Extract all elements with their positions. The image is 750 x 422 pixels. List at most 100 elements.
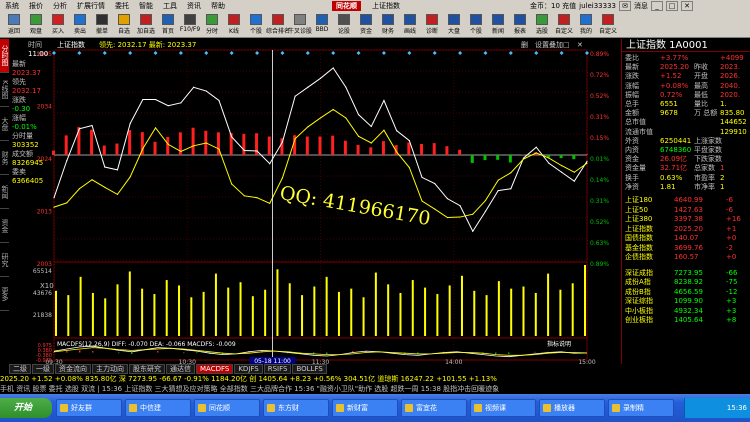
index-name[interactable]: 深证综指	[625, 297, 653, 306]
index-name[interactable]: 企债指数	[625, 253, 653, 262]
taskbar-item[interactable]: 视频课	[470, 399, 536, 417]
menu-item[interactable]: 系统	[0, 1, 24, 11]
left-tab[interactable]: 更多	[0, 277, 9, 311]
left-tab[interactable]: 资金	[0, 209, 9, 243]
toolbar-button[interactable]: 首页	[158, 14, 178, 36]
index-name[interactable]: 上证180	[625, 196, 652, 205]
toolbar-button[interactable]: 牛叉诊股	[288, 14, 312, 36]
toolbar-button[interactable]: 财务	[378, 14, 398, 36]
start-button[interactable]: 开始	[0, 398, 52, 418]
toolbar-button[interactable]: 个股	[246, 14, 266, 36]
toolbar-button[interactable]: 画线	[400, 14, 420, 36]
index-name[interactable]: 创业板指	[625, 316, 653, 325]
toolbar-button[interactable]: 诊断	[422, 14, 442, 36]
index-name[interactable]: 成份A指	[625, 278, 651, 287]
toolbar-button[interactable]: 撤单	[92, 14, 112, 36]
toolbar-button[interactable]: 分时	[202, 14, 222, 36]
toolbar-button[interactable]: 新闻	[488, 14, 508, 36]
toolbar-button[interactable]: F10/F9	[180, 14, 200, 36]
indicator-tab[interactable]: RSIFS	[263, 364, 292, 374]
volume-bar	[510, 288, 513, 336]
left-tab[interactable]: K线图	[0, 73, 9, 107]
indicator-tab[interactable]: BOLLFS	[292, 364, 327, 374]
taskbar-item[interactable]: 新财富	[332, 399, 398, 417]
menu-item[interactable]: 智能	[134, 1, 158, 11]
taskbar-item[interactable]: 好友群	[56, 399, 122, 417]
indicator-tab[interactable]: MACDFS	[196, 364, 234, 374]
menu-item[interactable]: 分析	[48, 1, 72, 11]
toolbar-button[interactable]: 资金	[356, 14, 376, 36]
message-button[interactable]: 消息	[634, 1, 648, 11]
mail-icon[interactable]: ✉	[619, 1, 631, 11]
toolbar-button[interactable]: 加自选	[136, 14, 156, 36]
indicator-tab[interactable]: 二级	[9, 364, 31, 374]
indicator-tab[interactable]: 主力动向	[92, 364, 128, 374]
taskbar-item[interactable]: 同花顺	[194, 399, 260, 417]
index-name[interactable]: 国债指数	[625, 234, 653, 243]
index-name[interactable]: 深证成指	[625, 269, 653, 278]
toolbar-button[interactable]: 买入	[48, 14, 68, 36]
toolbar-button[interactable]: K线	[224, 14, 244, 36]
menu-item[interactable]: 扩展行情	[72, 1, 110, 11]
indicator-tab[interactable]: KDJFS	[234, 364, 263, 374]
volume-tick-label: 43676	[33, 290, 52, 297]
chart-header-button[interactable]: 设置	[535, 40, 549, 49]
left-tab[interactable]: 研究	[0, 243, 9, 277]
volume-bar	[239, 282, 242, 336]
indicator-tab[interactable]: 股东研究	[129, 364, 165, 374]
toolbar-button[interactable]: 返回	[4, 14, 24, 36]
index-name[interactable]: 上证50	[625, 206, 648, 215]
toolbar-button[interactable]: 大盘	[444, 14, 464, 36]
menu-item[interactable]: 帮助	[206, 1, 230, 11]
index-name[interactable]: 上证指数	[625, 225, 653, 234]
index-name[interactable]: 上证380	[625, 215, 652, 224]
toolbar-button[interactable]: 卖出	[70, 14, 90, 36]
index-name[interactable]: 中小板指	[625, 307, 653, 316]
toolbar-button[interactable]: 报表	[510, 14, 530, 36]
toolbar-button[interactable]: BBD	[312, 14, 332, 36]
menu-item[interactable]: 工具	[158, 1, 182, 11]
y-tick-label-right: 0.31%	[590, 198, 609, 205]
left-tab[interactable]: 大盘	[0, 107, 9, 141]
toolbar-button[interactable]: 论股	[334, 14, 354, 36]
taskbar-item[interactable]: 富宜花	[401, 399, 467, 417]
indicator-tab[interactable]: 资金流向	[55, 364, 91, 374]
index-name[interactable]: 基金指数	[625, 244, 653, 253]
maximize-button[interactable]: □	[666, 1, 678, 11]
chart-header-button[interactable]: □	[563, 41, 570, 49]
chart-header-button[interactable]: 叠加	[549, 40, 563, 49]
toolbar-button[interactable]: 选股	[532, 14, 552, 36]
news-ticker: 手机 资讯 股票 委托 选股 双流 | 15:36 上证指数 三大猜想及应对策略…	[0, 384, 750, 394]
chart-header-button[interactable]: ✕	[577, 41, 583, 49]
chart-header-button[interactable]: 删	[521, 40, 528, 49]
quote-panel: 上证指数 1A0001 委比 +3.77% +4099 最新 2025.20 昨收 2023…	[621, 39, 750, 364]
indicator-help-button[interactable]: 指标说明	[547, 340, 571, 348]
left-tab[interactable]: 新闻	[0, 175, 9, 209]
indicator-tab[interactable]: 一级	[32, 364, 54, 374]
toolbar-button[interactable]: 自定义	[598, 14, 618, 36]
menu-item[interactable]: 委托	[110, 1, 134, 11]
coins-label[interactable]: 金币：10 充值	[530, 1, 576, 11]
time-label: 时间	[28, 41, 42, 49]
menu-item[interactable]: 资讯	[182, 1, 206, 11]
close-button[interactable]: ✕	[681, 1, 693, 11]
delta-bar	[585, 154, 588, 155]
left-tab[interactable]: 分时图	[0, 39, 9, 73]
toolbar-button[interactable]: 自定义	[554, 14, 574, 36]
taskbar-item[interactable]: 东方财	[263, 399, 329, 417]
minimize-button[interactable]: _	[651, 1, 663, 11]
toolbar-button[interactable]: 观盘	[26, 14, 46, 36]
taskbar-item[interactable]: 中信建	[125, 399, 191, 417]
taskbar-item[interactable]: 录制精	[608, 399, 674, 417]
index-name[interactable]: 成份B指	[625, 288, 651, 297]
price-point	[167, 143, 169, 145]
user-label[interactable]: julei33333	[579, 2, 616, 10]
indicator-tab[interactable]: 通达信	[166, 364, 195, 374]
toolbar-button[interactable]: 我的	[576, 14, 596, 36]
left-tab[interactable]: 财务	[0, 141, 9, 175]
toolbar-button[interactable]: 综合排名	[266, 14, 290, 36]
taskbar-item[interactable]: 播放器	[539, 399, 605, 417]
menu-item[interactable]: 报价	[24, 1, 48, 11]
toolbar-button[interactable]: 自选	[114, 14, 134, 36]
toolbar-button[interactable]: 个股	[466, 14, 486, 36]
